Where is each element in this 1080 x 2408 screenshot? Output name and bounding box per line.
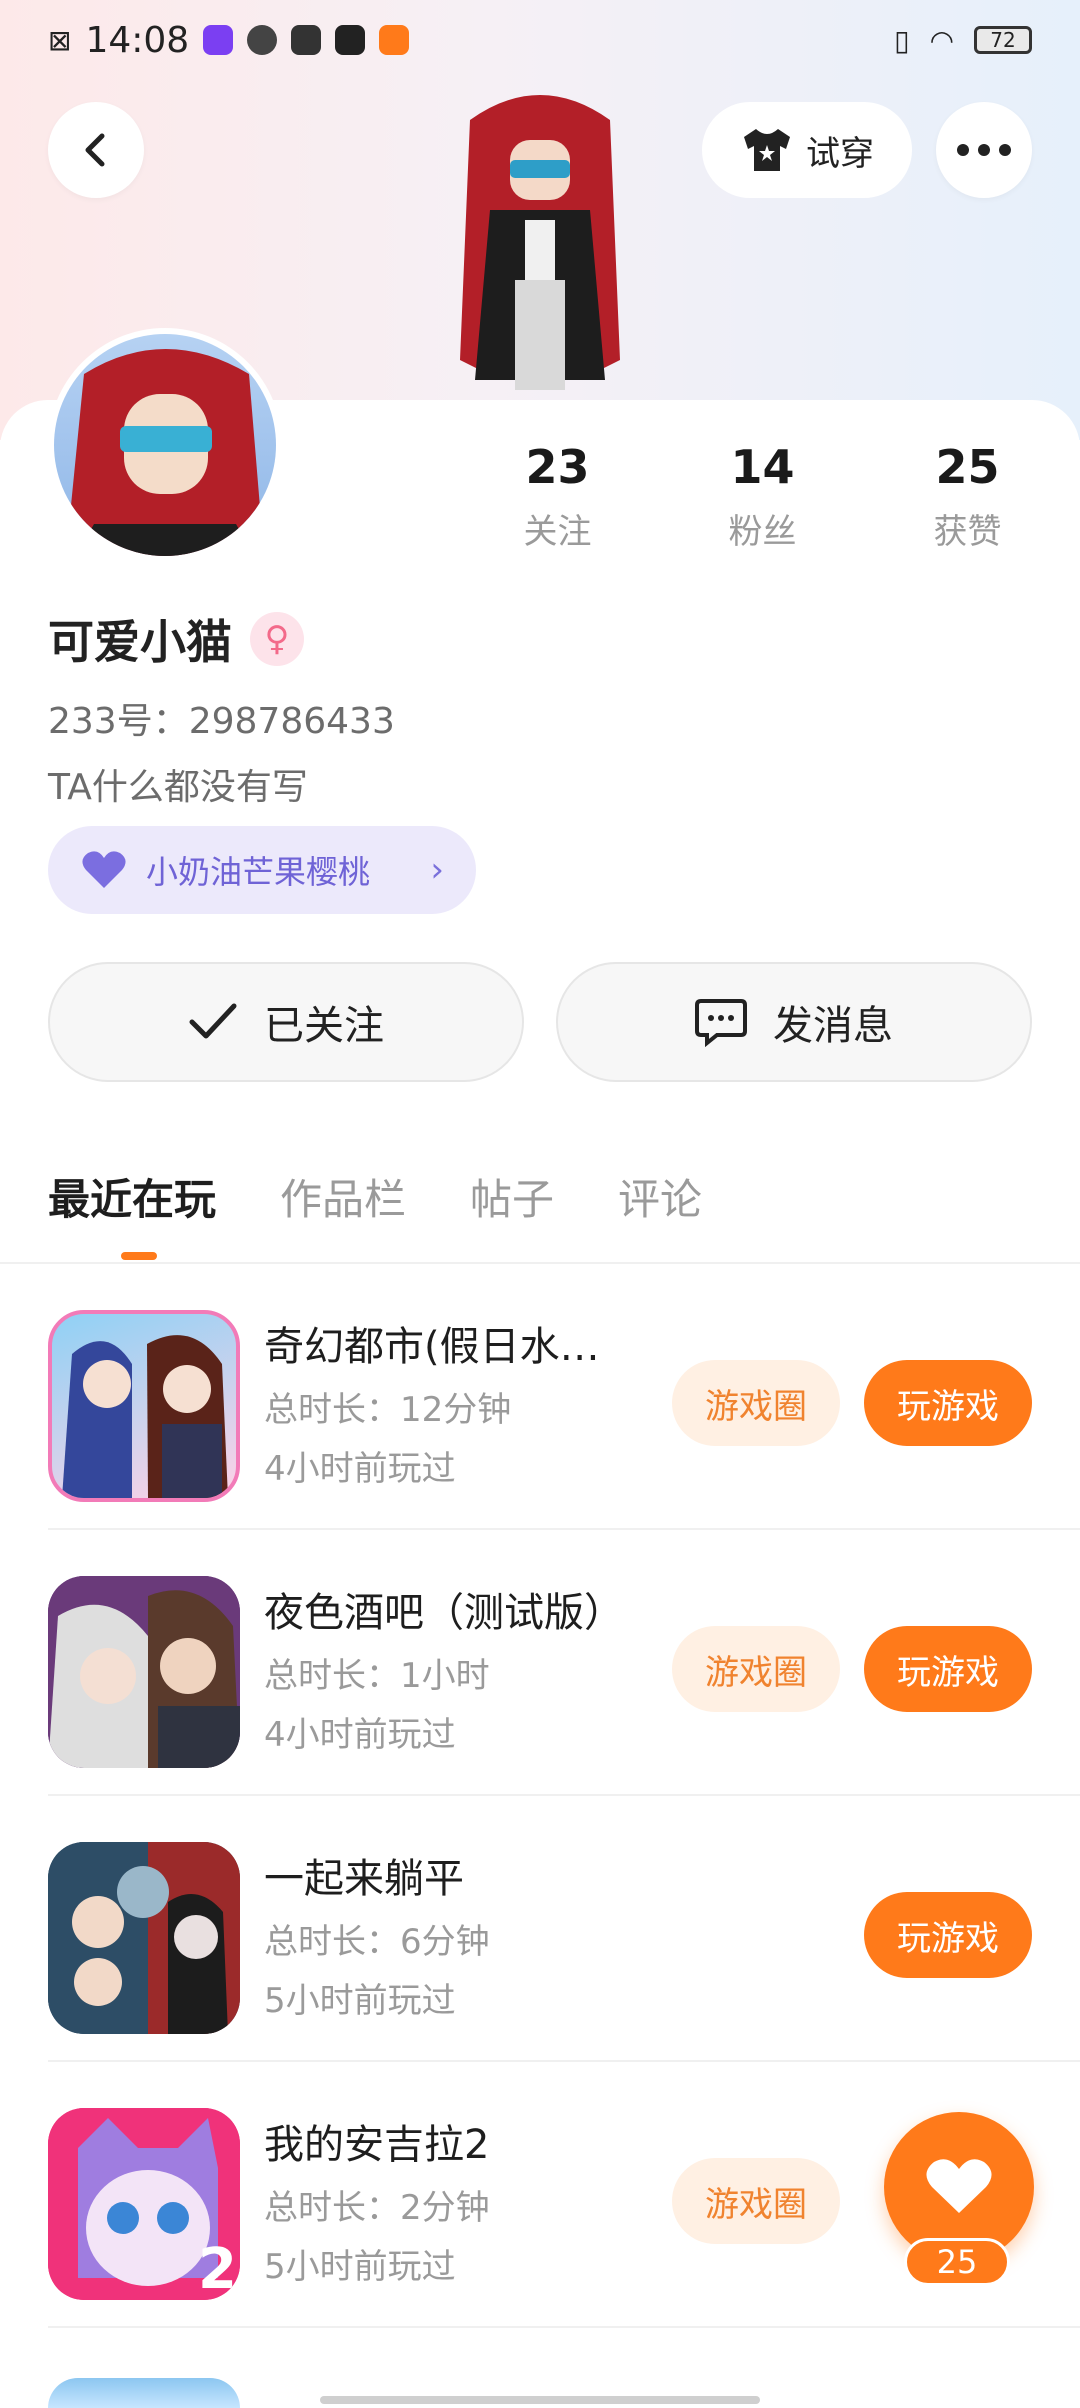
send-message-label: 发消息	[773, 1003, 893, 1049]
game-title: 一起来躺平	[264, 1856, 464, 1902]
message-icon	[695, 999, 747, 1047]
heart-icon	[926, 2159, 992, 2213]
profile-tabs: 最近在玩 作品栏 帖子 评论	[48, 1166, 702, 1227]
game-duration: 总时长：1小时	[264, 1656, 490, 1696]
game-info: 奇幻都市(假日水… 总时长：12分钟 4小时前玩过	[264, 1314, 644, 1490]
more-icon	[957, 144, 1011, 156]
game-last-played: 4小时前玩过	[264, 1715, 456, 1755]
followed-label: 已关注	[264, 1003, 384, 1049]
game-icon	[48, 1310, 240, 1502]
stat-label: 粉丝	[728, 512, 797, 552]
play-game-button[interactable]: 玩游戏	[864, 1360, 1032, 1446]
game-row[interactable]: 奇幻都市(假日水… 总时长：12分钟 4小时前玩过 游戏圈 玩游戏	[0, 1264, 1080, 1530]
profile-name-row: 可爱小猫 ♀	[48, 606, 304, 672]
check-icon	[189, 1003, 237, 1039]
status-time: 14:08	[85, 19, 190, 61]
game-info: 我的安吉拉2 总时长：2分钟 5小时前玩过	[264, 2112, 644, 2288]
battery-icon: 72	[974, 26, 1032, 54]
status-bar: ⊠ 14:08 ▯ ◠ 72	[0, 0, 1080, 80]
stat-value: 25	[935, 440, 1000, 494]
game-info: 一起来躺平 总时长：6分钟 5小时前玩过	[264, 1846, 644, 2022]
avatar-image	[54, 334, 276, 556]
heart-icon	[82, 851, 126, 888]
tab-posts[interactable]: 帖子	[470, 1166, 554, 1227]
game-title: 我的安吉拉2	[264, 2122, 490, 2168]
back-arrow-icon	[85, 133, 105, 167]
game-last-played: 5小时前玩过	[264, 1981, 456, 2021]
stat-label: 关注	[523, 512, 592, 552]
game-circle-button[interactable]: 游戏圈	[672, 2158, 840, 2244]
game-duration: 总时长：12分钟	[264, 1390, 512, 1430]
home-indicator[interactable]	[320, 2396, 760, 2404]
tab-comments[interactable]: 评论	[618, 1166, 702, 1227]
stat-following[interactable]: 23 关注	[455, 440, 660, 553]
play-game-button[interactable]: 玩游戏	[864, 1892, 1032, 1978]
game-title: 夜色酒吧（测试版）	[264, 1590, 624, 1636]
game-row[interactable]: 夜色酒吧（测试版） 总时长：1小时 4小时前玩过 游戏圈 玩游戏	[0, 1530, 1080, 1796]
more-button[interactable]	[936, 102, 1032, 198]
wifi-icon: ◠	[929, 23, 954, 57]
vibrate-icon: ▯	[894, 23, 910, 57]
tab-works[interactable]: 作品栏	[280, 1166, 406, 1227]
svg-text:2: 2	[198, 2237, 237, 2300]
stat-value: 23	[525, 440, 590, 494]
back-button[interactable]	[48, 102, 144, 198]
like-count: 25	[904, 2238, 1010, 2286]
game-icon	[48, 1842, 240, 2034]
profile-uid: 233号：298786433	[48, 701, 395, 742]
profile-stats: 23 关注 14 粉丝 25 获赞	[455, 440, 1070, 553]
app-icon-square	[291, 25, 322, 55]
female-icon: ♀	[250, 612, 304, 666]
game-circle-button[interactable]: 游戏圈	[672, 1360, 840, 1446]
avatar-figure	[430, 80, 650, 400]
game-icon-partial	[48, 2378, 240, 2408]
tab-recently-played[interactable]: 最近在玩	[48, 1166, 216, 1227]
app-icon-video	[203, 25, 234, 55]
game-title: 奇幻都市(假日水…	[264, 1324, 600, 1370]
send-message-button[interactable]: 发消息	[556, 962, 1032, 1082]
game-row[interactable]: 一起来躺平 总时长：6分钟 5小时前玩过 玩游戏	[0, 1796, 1080, 2062]
notification-icon: ⊠	[48, 23, 72, 57]
club-name: 小奶油芒果樱桃	[146, 853, 371, 891]
club-badge[interactable]: 小奶油芒果樱桃 ›	[48, 826, 476, 914]
followed-button[interactable]: 已关注	[48, 962, 524, 1082]
battery-level: 72	[990, 28, 1016, 52]
game-duration: 总时长：2分钟	[264, 2188, 490, 2228]
stat-likes[interactable]: 25 获赞	[865, 440, 1070, 553]
game-last-played: 4小时前玩过	[264, 1449, 456, 1489]
app-icon-fan	[247, 25, 278, 55]
game-duration: 总时长：6分钟	[264, 1922, 490, 1962]
try-on-button[interactable]: 试穿	[702, 102, 912, 198]
game-last-played: 5小时前玩过	[264, 2247, 456, 2287]
tab-indicator	[121, 1252, 157, 1260]
app-icon-youku	[335, 25, 366, 55]
try-on-label: 试穿	[806, 133, 874, 174]
app-icon-orange	[379, 25, 410, 55]
profile-bio: TA什么都没有写	[48, 767, 308, 808]
chevron-right-icon: ›	[430, 850, 444, 890]
game-icon: 2	[48, 2108, 240, 2300]
stat-label: 获赞	[933, 512, 1002, 552]
game-info: 夜色酒吧（测试版） 总时长：1小时 4小时前玩过	[264, 1580, 644, 1756]
shirt-icon	[744, 129, 790, 171]
stat-followers[interactable]: 14 粉丝	[660, 440, 865, 553]
profile-name: 可爱小猫	[48, 615, 232, 669]
avatar[interactable]	[48, 328, 282, 562]
play-game-button[interactable]: 玩游戏	[864, 1626, 1032, 1712]
game-icon	[48, 1576, 240, 1768]
row-divider	[48, 2326, 1080, 2328]
game-circle-button[interactable]: 游戏圈	[672, 1626, 840, 1712]
stat-value: 14	[730, 440, 795, 494]
